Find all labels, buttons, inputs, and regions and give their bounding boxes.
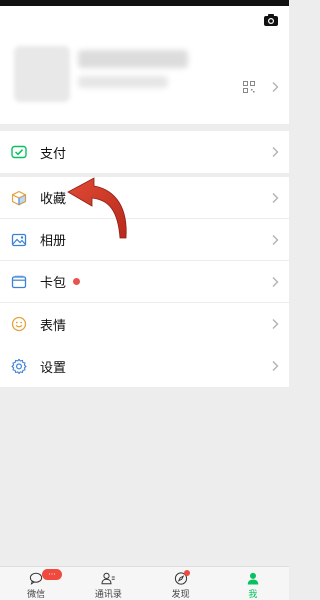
menu-item-stickers[interactable]: 表情 (0, 303, 289, 345)
menu-item-favorites[interactable]: 收藏 (0, 177, 289, 219)
pay-group: 支付 (0, 131, 289, 173)
tab-label: 通讯录 (94, 590, 122, 600)
menu-item-pay[interactable]: 支付 (0, 131, 289, 173)
chevron-right-icon (272, 147, 279, 157)
menu-item-cards[interactable]: 卡包 (0, 261, 289, 303)
card-wallet-icon (10, 273, 28, 291)
chevron-right-icon (272, 82, 279, 92)
menu-item-label: 支付 (40, 146, 67, 162)
bottom-tab-bar: 微信 ··· 通讯录 发现 我 (0, 566, 289, 600)
camera-icon[interactable] (263, 13, 279, 27)
blurred-wechat-id (78, 76, 168, 88)
tab-label: 发现 (171, 590, 190, 600)
chevron-right-icon (272, 193, 279, 203)
menu-item-label: 相册 (40, 234, 67, 249)
tab-label: 微信 (27, 590, 46, 600)
tab-chats[interactable]: 微信 ··· (0, 567, 72, 600)
menu-item-label: 收藏 (40, 192, 67, 207)
profile-header[interactable] (0, 6, 289, 124)
blurred-nickname (78, 50, 188, 68)
pay-icon (10, 143, 28, 161)
chevron-right-icon (272, 235, 279, 245)
contacts-icon (101, 572, 116, 585)
qr-code-icon[interactable] (243, 81, 255, 93)
menu-item-album[interactable]: 相册 (0, 219, 289, 261)
unread-badge: ··· (42, 569, 62, 580)
features-group: 收藏 相册 卡包 表情 (0, 177, 289, 345)
menu-item-label: 设置 (40, 360, 67, 376)
chevron-right-icon (272, 361, 279, 371)
notification-dot (183, 570, 190, 576)
tab-label: 我 (248, 590, 258, 600)
tab-contacts[interactable]: 通讯录 (72, 567, 144, 600)
menu-item-label: 卡包 (40, 276, 67, 291)
gear-icon (10, 357, 28, 375)
menu-item-settings[interactable]: 设置 (0, 345, 289, 387)
smiley-icon (10, 315, 28, 333)
tab-me[interactable]: 我 (217, 567, 289, 600)
favorites-cube-icon (10, 189, 28, 207)
avatar[interactable] (14, 46, 70, 102)
settings-group: 设置 (0, 345, 289, 387)
album-icon (10, 231, 28, 249)
chevron-right-icon (272, 277, 279, 287)
chevron-right-icon (272, 319, 279, 329)
notification-dot (73, 278, 81, 285)
tab-discover[interactable]: 发现 (145, 567, 217, 600)
menu-item-label: 表情 (40, 318, 67, 334)
person-icon (247, 572, 259, 585)
